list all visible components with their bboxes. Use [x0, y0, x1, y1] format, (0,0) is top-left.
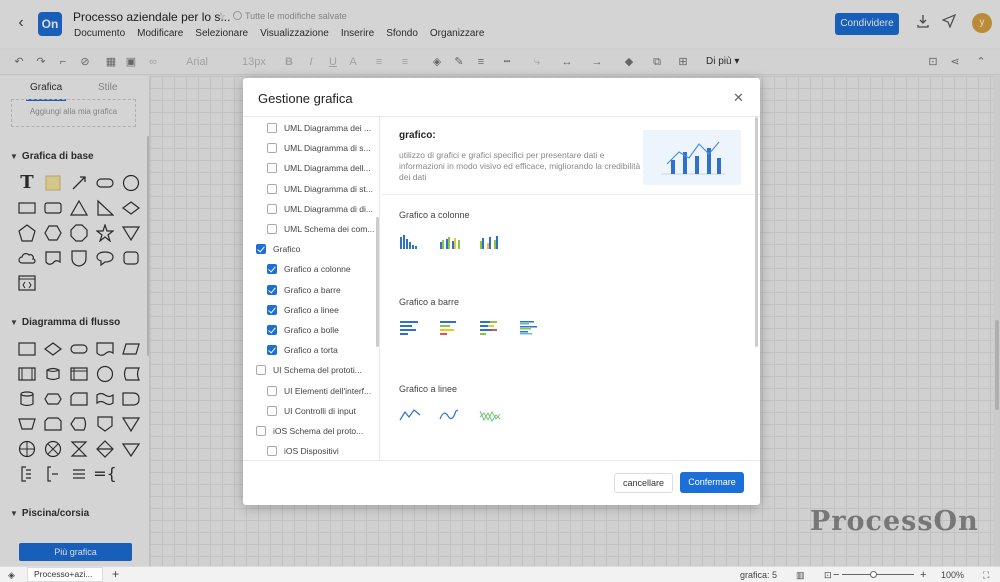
tree-item-label: UML Diagramma di st...: [284, 183, 373, 194]
tree-item[interactable]: iOS Dispositivi: [267, 446, 339, 457]
zoom-slider[interactable]: [842, 574, 914, 575]
tree-item[interactable]: UML Diagramma di di...: [267, 203, 373, 214]
tree-item-label: Grafico a barre: [284, 284, 341, 295]
category-title-barre: Grafico a barre: [399, 297, 460, 307]
add-page-icon[interactable]: +: [112, 568, 119, 581]
tree-item-label: UML Diagramma dei ...: [284, 123, 372, 133]
zoom-in-icon[interactable]: +: [920, 568, 926, 582]
checked-checkbox[interactable]: [267, 264, 277, 275]
checkbox[interactable]: [267, 385, 277, 396]
checkbox[interactable]: [256, 365, 266, 376]
checkbox[interactable]: [267, 143, 277, 154]
checked-checkbox[interactable]: [267, 304, 277, 315]
tree-item[interactable]: Grafico a barre: [267, 284, 341, 295]
checkbox[interactable]: [267, 405, 277, 416]
library-preview: grafico: utilizzo di grafici e grafici s…: [381, 117, 760, 460]
chart-illustration-icon: [643, 130, 741, 185]
multi-column-chart-icon[interactable]: [439, 233, 461, 249]
tree-item[interactable]: UML Diagramma di s...: [267, 143, 371, 154]
fullscreen-icon[interactable]: ⛶: [983, 568, 989, 582]
library-info-description: utilizzo di grafici e grafici specifici …: [399, 150, 641, 182]
zoom-level: 100%: [941, 570, 965, 580]
tree-item[interactable]: UI Controlli di input: [267, 405, 356, 416]
checkbox[interactable]: [267, 123, 277, 133]
checkbox[interactable]: [256, 426, 266, 436]
close-icon[interactable]: ✕: [733, 90, 744, 106]
divider: [381, 194, 760, 195]
multi-line-chart-icon[interactable]: [479, 407, 501, 423]
tree-item-label: iOS Dispositivi: [284, 446, 339, 457]
tree-item[interactable]: UML Schema dei com...: [267, 224, 374, 234]
tree-item[interactable]: Grafico: [256, 244, 301, 255]
checked-checkbox[interactable]: [256, 244, 266, 255]
column-chart-icon[interactable]: [399, 233, 421, 249]
checkbox[interactable]: [267, 446, 277, 457]
checkbox[interactable]: [267, 224, 277, 234]
tree-item-label: UML Diagramma di s...: [284, 143, 371, 154]
confirm-button[interactable]: Confermare: [680, 472, 744, 493]
fit-screen-icon[interactable]: ⊡: [824, 568, 832, 582]
tree-item-label: Grafico a torta: [284, 345, 338, 356]
tree-item-label: UML Diagramma di di...: [284, 203, 373, 214]
tree-item[interactable]: UML Diagramma dei ...: [267, 123, 371, 133]
map-icon[interactable]: ▥: [796, 568, 805, 582]
checked-checkbox[interactable]: [267, 345, 277, 356]
grouped-column-chart-icon[interactable]: [479, 233, 501, 249]
shape-management-dialog: Gestione grafica ✕ UML Diagramma dei ...…: [243, 78, 760, 505]
tree-item-label: UI Elementi dell'interf...: [284, 385, 372, 396]
tree-item[interactable]: Grafico a bolle: [267, 325, 339, 335]
tree-scrollbar[interactable]: [376, 217, 379, 347]
zoom-slider-thumb[interactable]: [870, 571, 878, 578]
checkbox[interactable]: [267, 183, 277, 194]
tree-item-label: UI Schema del prototi...: [273, 365, 362, 376]
checked-checkbox[interactable]: [267, 284, 277, 295]
tree-item-label: Grafico a linee: [284, 304, 339, 315]
tree-item[interactable]: UML Diagramma di st...: [267, 183, 373, 194]
tree-item-label: UML Schema dei com...: [284, 224, 375, 234]
grouped-bar-chart-icon[interactable]: [519, 320, 541, 336]
category-title-linee: Grafico a linee: [399, 384, 458, 394]
category-title-colonne: Grafico a colonne: [399, 210, 470, 220]
line-chart-icon[interactable]: [399, 407, 421, 423]
library-tree: UML Diagramma dei ... UML Diagramma di s.…: [243, 117, 380, 460]
bottom-status-bar: ◈ Processo+azi... + grafica: 5 ▥ ⊡ − + 1…: [0, 566, 1000, 582]
library-info-title: grafico:: [399, 130, 436, 141]
bar-chart-icon[interactable]: [399, 320, 421, 336]
checked-checkbox[interactable]: [267, 325, 277, 335]
smooth-line-chart-icon[interactable]: [439, 407, 461, 423]
preview-scrollbar[interactable]: [755, 117, 758, 347]
tree-item-label: UML Diagramma dell...: [284, 163, 371, 174]
tree-item-label: Grafico a bolle: [284, 325, 339, 335]
tree-item-label: iOS Schema del proto...: [273, 426, 364, 436]
tree-item[interactable]: Grafico a torta: [267, 345, 338, 356]
tree-item[interactable]: UI Elementi dell'interf...: [267, 385, 372, 396]
tree-item[interactable]: UI Schema del prototi...: [256, 365, 362, 376]
multi-bar-chart-icon[interactable]: [439, 320, 461, 336]
tree-item[interactable]: Grafico a colonne: [267, 264, 351, 275]
zoom-out-icon[interactable]: −: [833, 568, 839, 582]
tree-item[interactable]: iOS Schema del proto...: [256, 426, 363, 436]
divider: [243, 460, 760, 461]
dialog-title: Gestione grafica: [258, 91, 353, 106]
checkbox[interactable]: [267, 203, 277, 214]
layers-icon[interactable]: ◈: [8, 568, 15, 582]
stacked-bar-chart-icon[interactable]: [479, 320, 501, 336]
cancel-button[interactable]: cancellare: [614, 473, 673, 493]
tree-item-label: Grafico a colonne: [284, 264, 351, 275]
checkbox[interactable]: [267, 163, 277, 174]
shape-count: grafica: 5: [740, 570, 778, 580]
tree-item[interactable]: UML Diagramma dell...: [267, 163, 371, 174]
tree-item-label: UI Controlli di input: [284, 405, 356, 416]
page-tab[interactable]: Processo+azi...: [27, 567, 103, 582]
tree-item-label: Grafico: [273, 244, 301, 255]
tree-item[interactable]: Grafico a linee: [267, 304, 339, 315]
